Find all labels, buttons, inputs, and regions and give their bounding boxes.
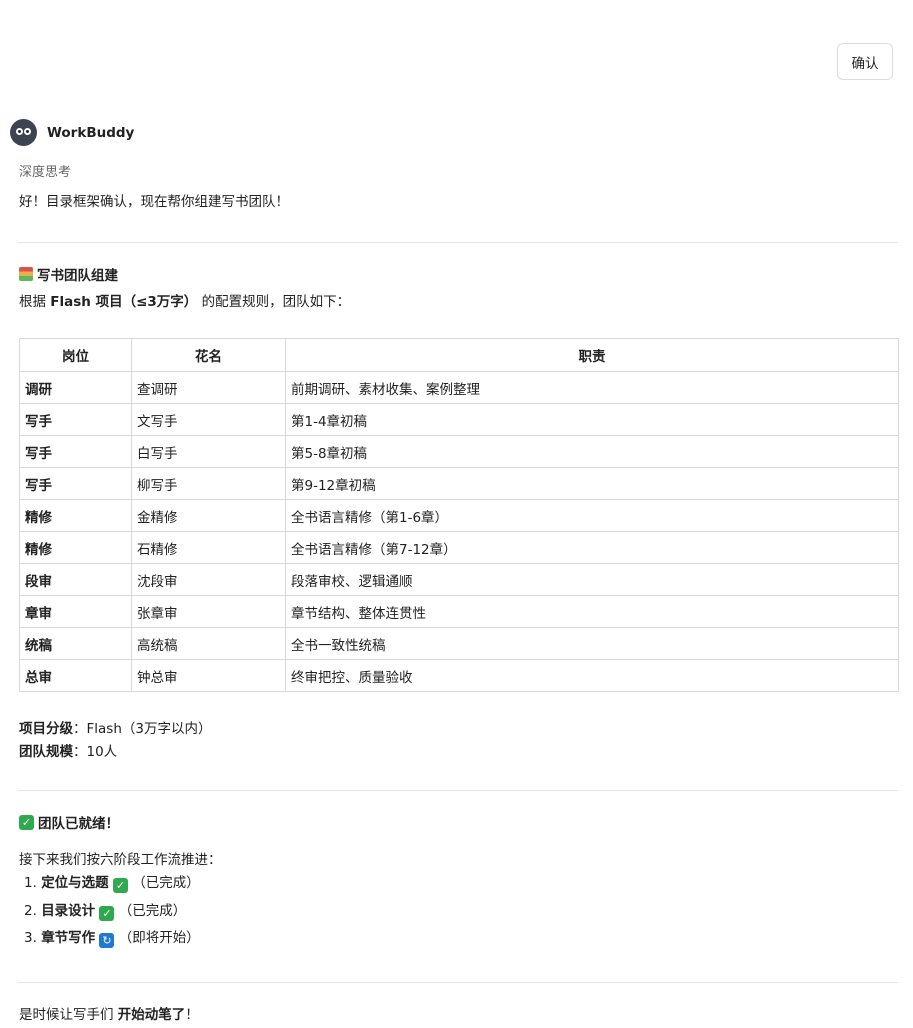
divider xyxy=(18,790,898,791)
workflow-step: 1. 定位与选题 ✓ （已完成） xyxy=(24,871,200,893)
check-icon: ✓ xyxy=(99,906,115,921)
role-cell: 精修 xyxy=(19,531,132,564)
step-name: 定位与选题 xyxy=(41,875,109,891)
books-icon xyxy=(19,267,33,281)
divider xyxy=(18,242,898,243)
divider xyxy=(18,982,898,983)
team-desc-suffix: 的配置规则，团队如下： xyxy=(197,294,351,310)
step-number: 1. xyxy=(24,875,37,891)
table-row: 总审 钟总审 终审把控、质量验收 xyxy=(19,659,899,692)
step-status: （即将开始） xyxy=(118,930,200,946)
table-row: 精修 石精修 全书语言精修（第7-12章） xyxy=(19,531,899,564)
closing-suffix: ！ xyxy=(185,1007,199,1023)
duty-cell: 终审把控、质量验收 xyxy=(285,659,899,692)
duty-cell: 前期调研、素材收集、案例整理 xyxy=(285,371,899,404)
role-cell: 总审 xyxy=(19,659,132,692)
table-row: 写手 柳写手 第9-12章初稿 xyxy=(19,467,899,500)
nickname-cell: 石精修 xyxy=(131,531,286,564)
table-row: 写手 文写手 第1-4章初稿 xyxy=(19,403,899,436)
role-cell: 写手 xyxy=(19,467,132,500)
project-level: 项目分级：Flash（3万字以内） xyxy=(19,717,211,737)
duty-cell: 第1-4章初稿 xyxy=(285,403,899,436)
workflow-step: 3. 章节写作 ↻ （即将开始） xyxy=(24,926,200,948)
column-header: 花名 xyxy=(131,338,286,372)
table-row: 写手 白写手 第5-8章初稿 xyxy=(19,435,899,468)
team-size-value: ：10人 xyxy=(73,744,118,760)
nickname-cell: 张章审 xyxy=(131,595,286,628)
nickname-cell: 文写手 xyxy=(131,403,286,436)
table-row: 调研 查调研 前期调研、素材收集、案例整理 xyxy=(19,371,899,404)
confirm-button[interactable]: 确认 xyxy=(837,43,893,80)
duty-cell: 段落审校、逻辑通顺 xyxy=(285,563,899,596)
step-number: 3. xyxy=(24,930,37,946)
thinking-label[interactable]: 深度思考 xyxy=(19,161,71,180)
nickname-cell: 查调研 xyxy=(131,371,286,404)
step-name: 章节写作 xyxy=(41,930,96,946)
role-cell: 写手 xyxy=(19,403,132,436)
step-name: 目录设计 xyxy=(41,903,96,919)
project-level-label: 项目分级 xyxy=(19,721,73,737)
refresh-cycle-icon: ↻ xyxy=(99,933,115,948)
duty-cell: 全书语言精修（第1-6章） xyxy=(285,499,899,532)
role-cell: 调研 xyxy=(19,371,132,404)
nickname-cell: 沈段审 xyxy=(131,563,286,596)
closing-bold: 开始动笔了 xyxy=(117,1007,186,1023)
team-desc-prefix: 根据 xyxy=(19,294,51,310)
workflow-step: 2. 目录设计 ✓ （已完成） xyxy=(24,899,186,921)
duty-cell: 章节结构、整体连贯性 xyxy=(285,595,899,628)
role-cell: 段审 xyxy=(19,563,132,596)
duty-cell: 第5-8章初稿 xyxy=(285,435,899,468)
role-cell: 章审 xyxy=(19,595,132,628)
step-status: （已完成） xyxy=(132,875,200,891)
team-size-label: 团队规模 xyxy=(19,744,73,760)
workflow-intro: 接下来我们按六阶段工作流推进： xyxy=(19,852,222,868)
table-header-row: 岗位 花名 职责 xyxy=(19,338,899,372)
ready-title-text: 团队已就绪！ xyxy=(38,816,119,832)
table-row: 精修 金精修 全书语言精修（第1-6章） xyxy=(19,499,899,532)
agent-name: WorkBuddy xyxy=(47,124,135,141)
table-row: 章审 张章审 章节结构、整体连贯性 xyxy=(19,595,899,628)
role-cell: 写手 xyxy=(19,435,132,468)
team-size: 团队规模：10人 xyxy=(19,740,117,760)
duty-cell: 全书一致性统稿 xyxy=(285,627,899,660)
table-row: 统稿 高统稿 全书一致性统稿 xyxy=(19,627,899,660)
step-number: 2. xyxy=(24,903,37,919)
nickname-cell: 白写手 xyxy=(131,435,286,468)
closing-prefix: 是时候让写手们 xyxy=(19,1007,118,1023)
table-row: 段审 沈段审 段落审校、逻辑通顺 xyxy=(19,563,899,596)
team-desc-bold: Flash 项目（≤3万字） xyxy=(50,294,198,310)
team-description: 根据 Flash 项目（≤3万字） 的配置规则，团队如下： xyxy=(19,290,350,310)
duty-cell: 第9-12章初稿 xyxy=(285,467,899,500)
avatar xyxy=(10,119,37,146)
step-status: （已完成） xyxy=(118,903,187,919)
role-cell: 精修 xyxy=(19,499,132,532)
team-section-title: 写书团队组建 xyxy=(19,264,118,284)
ready-title: ✓ 团队已就绪！ xyxy=(19,812,119,832)
nickname-cell: 高统稿 xyxy=(131,627,286,660)
column-header: 职责 xyxy=(285,338,899,372)
nickname-cell: 柳写手 xyxy=(131,467,286,500)
duty-cell: 全书语言精修（第7-12章） xyxy=(285,531,899,564)
agent-header: WorkBuddy xyxy=(10,119,134,146)
nickname-cell: 钟总审 xyxy=(131,659,286,692)
team-section-title-text: 写书团队组建 xyxy=(37,268,118,284)
intro-message: 好！目录框架确认，现在帮你组建写书团队！ xyxy=(19,194,289,210)
closing-message: 是时候让写手们 开始动笔了！ xyxy=(19,1003,199,1023)
check-icon: ✓ xyxy=(19,814,34,830)
team-table: 岗位 花名 职责 调研 查调研 前期调研、素材收集、案例整理 写手 文写手 第1-4章初稿… xyxy=(19,338,899,692)
project-level-value: ：Flash（3万字以内） xyxy=(73,721,212,737)
nickname-cell: 金精修 xyxy=(131,499,286,532)
check-icon: ✓ xyxy=(112,878,128,893)
role-cell: 统稿 xyxy=(19,627,132,660)
column-header: 岗位 xyxy=(19,338,132,372)
